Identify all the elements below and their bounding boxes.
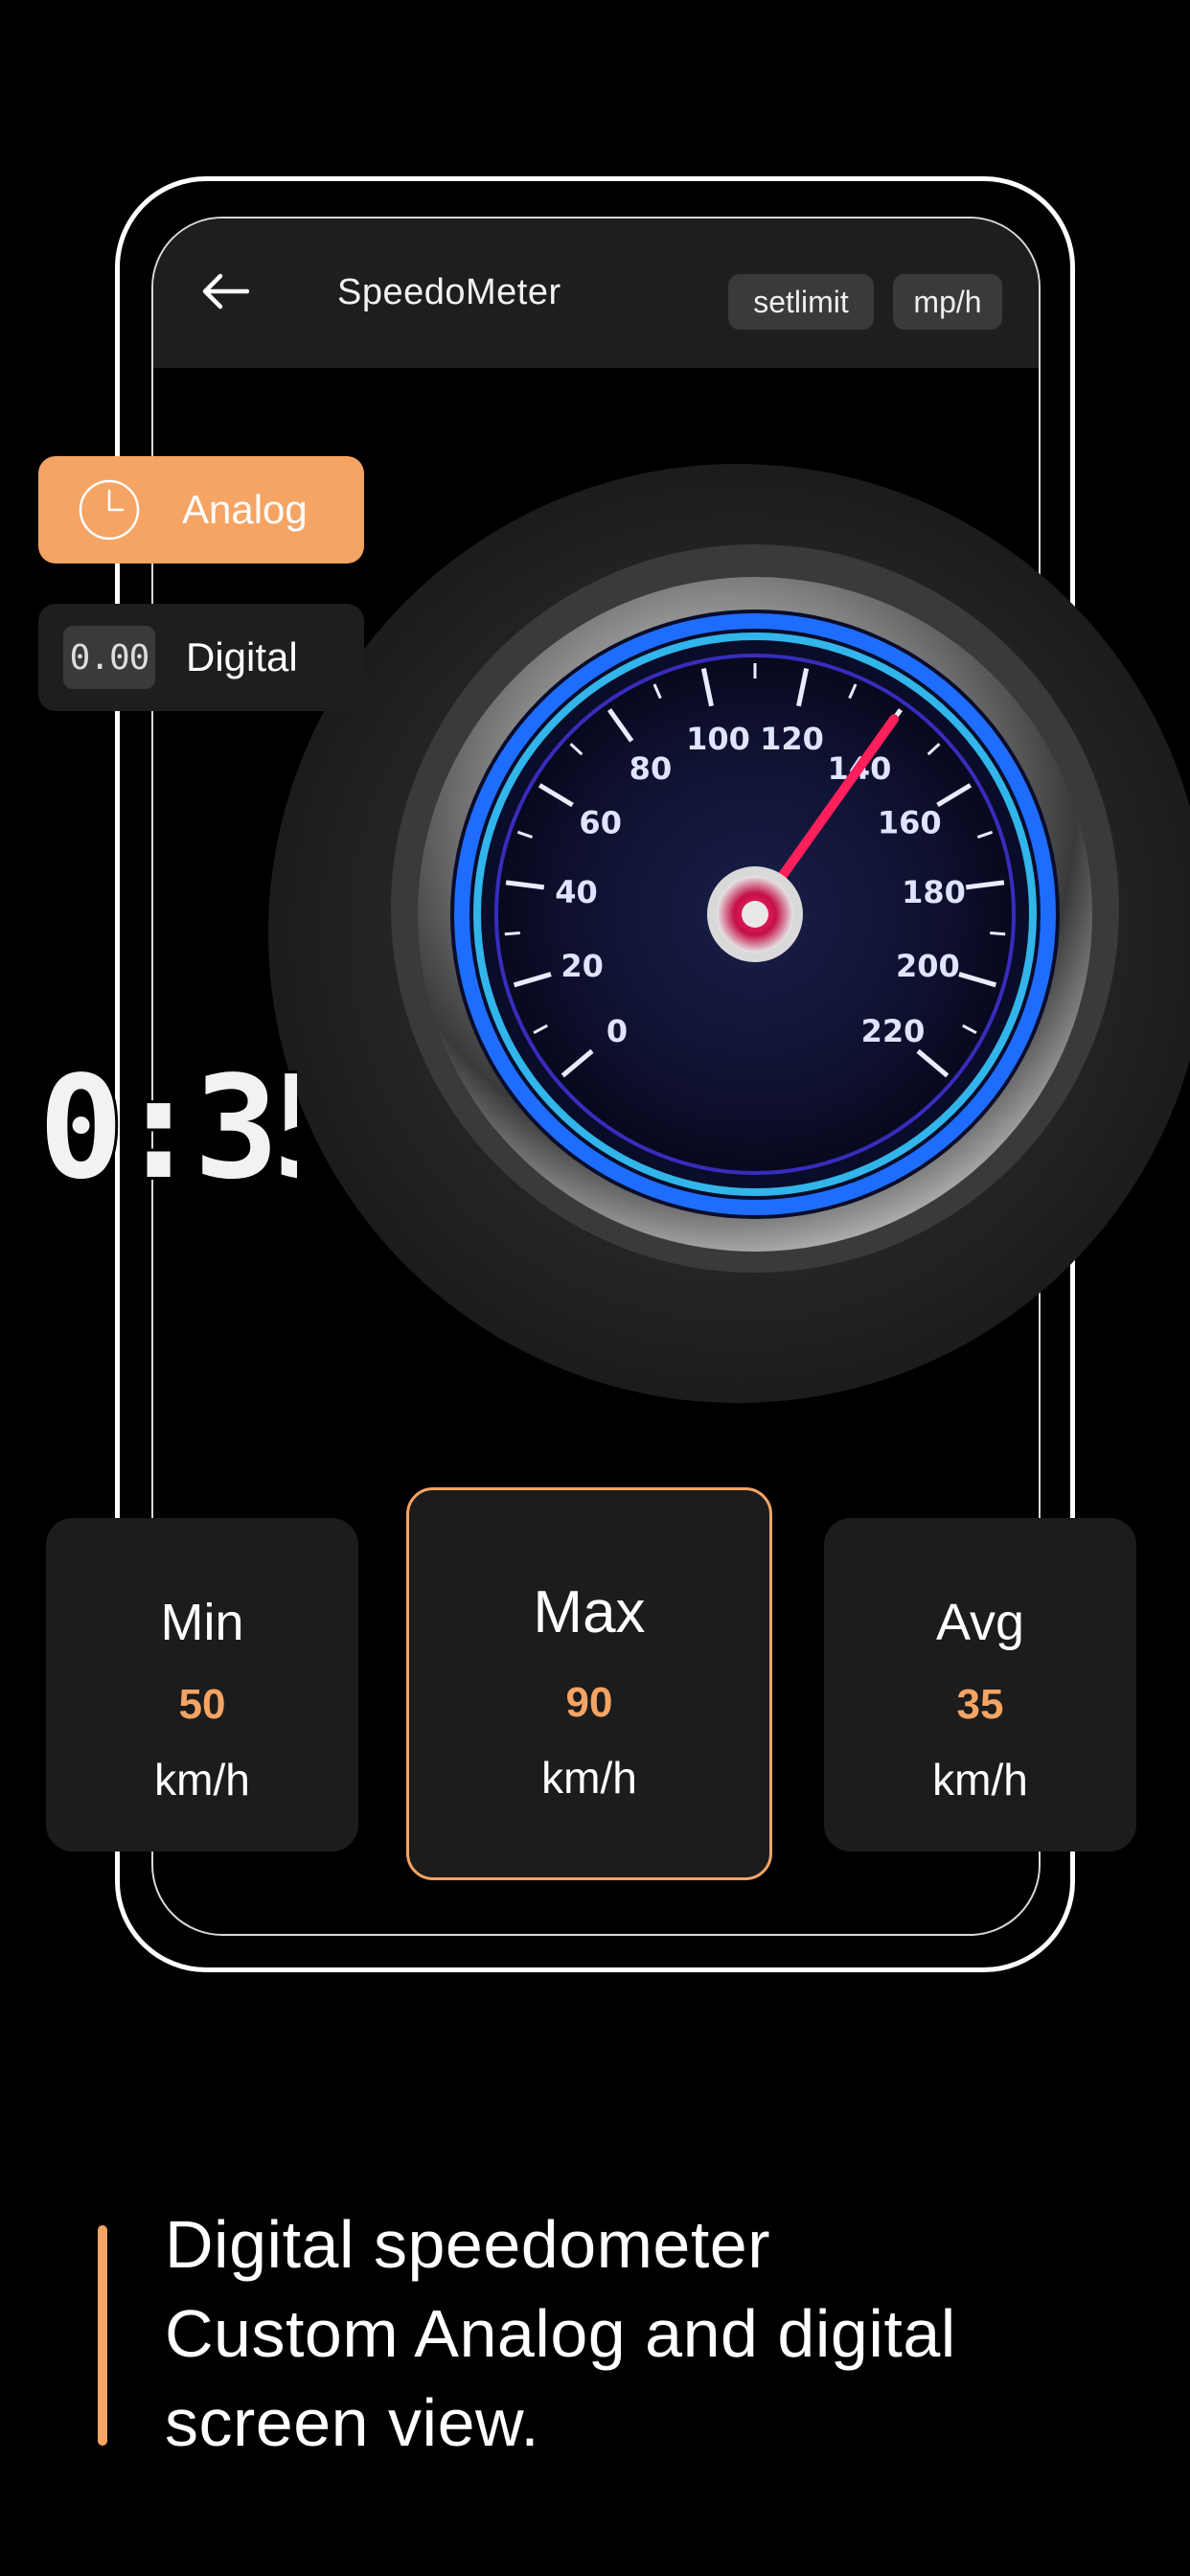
gauge-tick-label: 100 [686, 721, 750, 757]
speedometer-gauge: 020406080100120140160180200220 [418, 577, 1092, 1252]
clock-icon [79, 479, 140, 540]
gauge-tick-label: 200 [896, 948, 960, 984]
digital-time-readout: 0:35 [38, 1064, 297, 1186]
min-speed-card: Min 50 km/h [46, 1518, 358, 1852]
analog-mode-label: Analog [182, 487, 308, 532]
gauge-tick-label: 60 [579, 804, 622, 840]
caption-accent-bar [98, 2225, 107, 2446]
caption-line: Custom Analog and digital [165, 2296, 956, 2371]
min-unit: km/h [154, 1755, 250, 1805]
min-label: Min [160, 1594, 244, 1651]
max-label: Max [533, 1579, 646, 1645]
back-arrow-icon[interactable] [199, 272, 249, 310]
gauge-minor-tick [504, 932, 520, 936]
gauge-tick-label: 0 [606, 1013, 628, 1049]
max-value: 90 [565, 1679, 613, 1726]
app-bar: SpeedoMeter setlimit mp/h [153, 218, 1039, 368]
gauge-tick-label: 20 [561, 948, 604, 984]
gauge-tick-label: 180 [902, 874, 966, 910]
gauge-tick-label: 220 [861, 1013, 926, 1049]
avg-value: 35 [956, 1681, 1004, 1728]
max-speed-card: Max 90 km/h [406, 1487, 772, 1880]
gauge-tick-label: 40 [555, 874, 598, 910]
max-unit: km/h [541, 1753, 637, 1803]
app-title: SpeedoMeter [337, 272, 561, 312]
gauge-tick-label: 160 [878, 804, 942, 840]
avg-label: Avg [935, 1594, 1025, 1651]
caption-line: Digital speedometer [165, 2207, 771, 2282]
caption: Digital speedometer Custom Analog and di… [165, 2200, 1123, 2468]
caption-line: screen view. [165, 2385, 540, 2460]
analog-mode-button[interactable]: Analog [38, 456, 364, 564]
avg-speed-card: Avg 35 km/h [824, 1518, 1136, 1852]
min-value: 50 [178, 1681, 226, 1728]
avg-unit: km/h [932, 1755, 1028, 1805]
gauge-tick-label: 120 [760, 721, 824, 757]
digital-mode-button[interactable]: 0.00 Digital [38, 604, 364, 711]
digital-mode-label: Digital [186, 634, 298, 679]
unit-toggle-button[interactable]: mp/h [893, 274, 1002, 330]
gauge-tick-label: 80 [629, 750, 673, 787]
setlimit-button[interactable]: setlimit [728, 274, 874, 330]
digital-display-icon: 0.00 [63, 626, 155, 689]
gauge-minor-tick [990, 932, 1006, 936]
timer-text: 0:35 [38, 1064, 297, 1186]
